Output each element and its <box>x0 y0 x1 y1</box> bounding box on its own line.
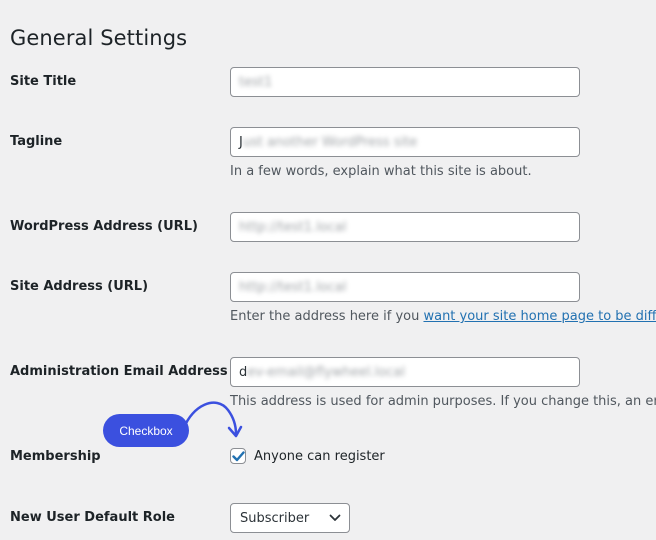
chevron-down-icon <box>329 514 341 521</box>
wordpress-address-label: WordPress Address (URL) <box>10 219 198 234</box>
checkmark-icon <box>231 450 245 461</box>
admin-email-input[interactable]: d ev-email@flywheel.local <box>230 357 580 387</box>
wordpress-address-value-blurred: http://test1.local <box>239 219 347 235</box>
page-title: General Settings <box>10 26 188 51</box>
tagline-description: In a few words, explain what this site i… <box>230 164 532 179</box>
membership-label: Membership <box>10 449 101 464</box>
site-address-help-link[interactable]: want your site home page to be differen <box>423 309 656 324</box>
annotation-arrow-icon <box>182 401 243 438</box>
anyone-can-register-checkbox[interactable] <box>230 448 246 464</box>
admin-email-value-blurred: ev-email@flywheel.local <box>247 364 405 380</box>
wordpress-address-input[interactable]: http://test1.local <box>230 212 580 242</box>
admin-email-label: Administration Email Address <box>10 364 228 379</box>
default-role-select[interactable]: Subscriber <box>230 503 350 533</box>
anyone-can-register-option[interactable]: Anyone can register <box>230 448 385 464</box>
tagline-value-blurred: ust another WordPress site <box>242 134 418 150</box>
site-address-value-blurred: http://test1.local <box>239 279 347 295</box>
anyone-can-register-label: Anyone can register <box>254 448 385 464</box>
tagline-label: Tagline <box>10 134 63 149</box>
site-address-description-text: Enter the address here if you <box>230 309 424 324</box>
checkbox-annotation-badge: Checkbox <box>103 414 189 447</box>
site-address-input[interactable]: http://test1.local <box>230 272 580 302</box>
site-title-input[interactable]: test1 <box>230 67 580 97</box>
default-role-selected-value: Subscriber <box>240 510 310 526</box>
admin-email-value-visible: d <box>239 364 248 380</box>
site-address-description: Enter the address here if you want your … <box>230 309 656 324</box>
default-role-label: New User Default Role <box>10 510 175 525</box>
site-title-value-blurred: test1 <box>239 74 273 90</box>
site-title-label: Site Title <box>10 74 77 89</box>
tagline-input[interactable]: J ust another WordPress site <box>230 127 580 157</box>
site-address-label: Site Address (URL) <box>10 279 149 294</box>
admin-email-description: This address is used for admin purposes.… <box>230 394 656 409</box>
